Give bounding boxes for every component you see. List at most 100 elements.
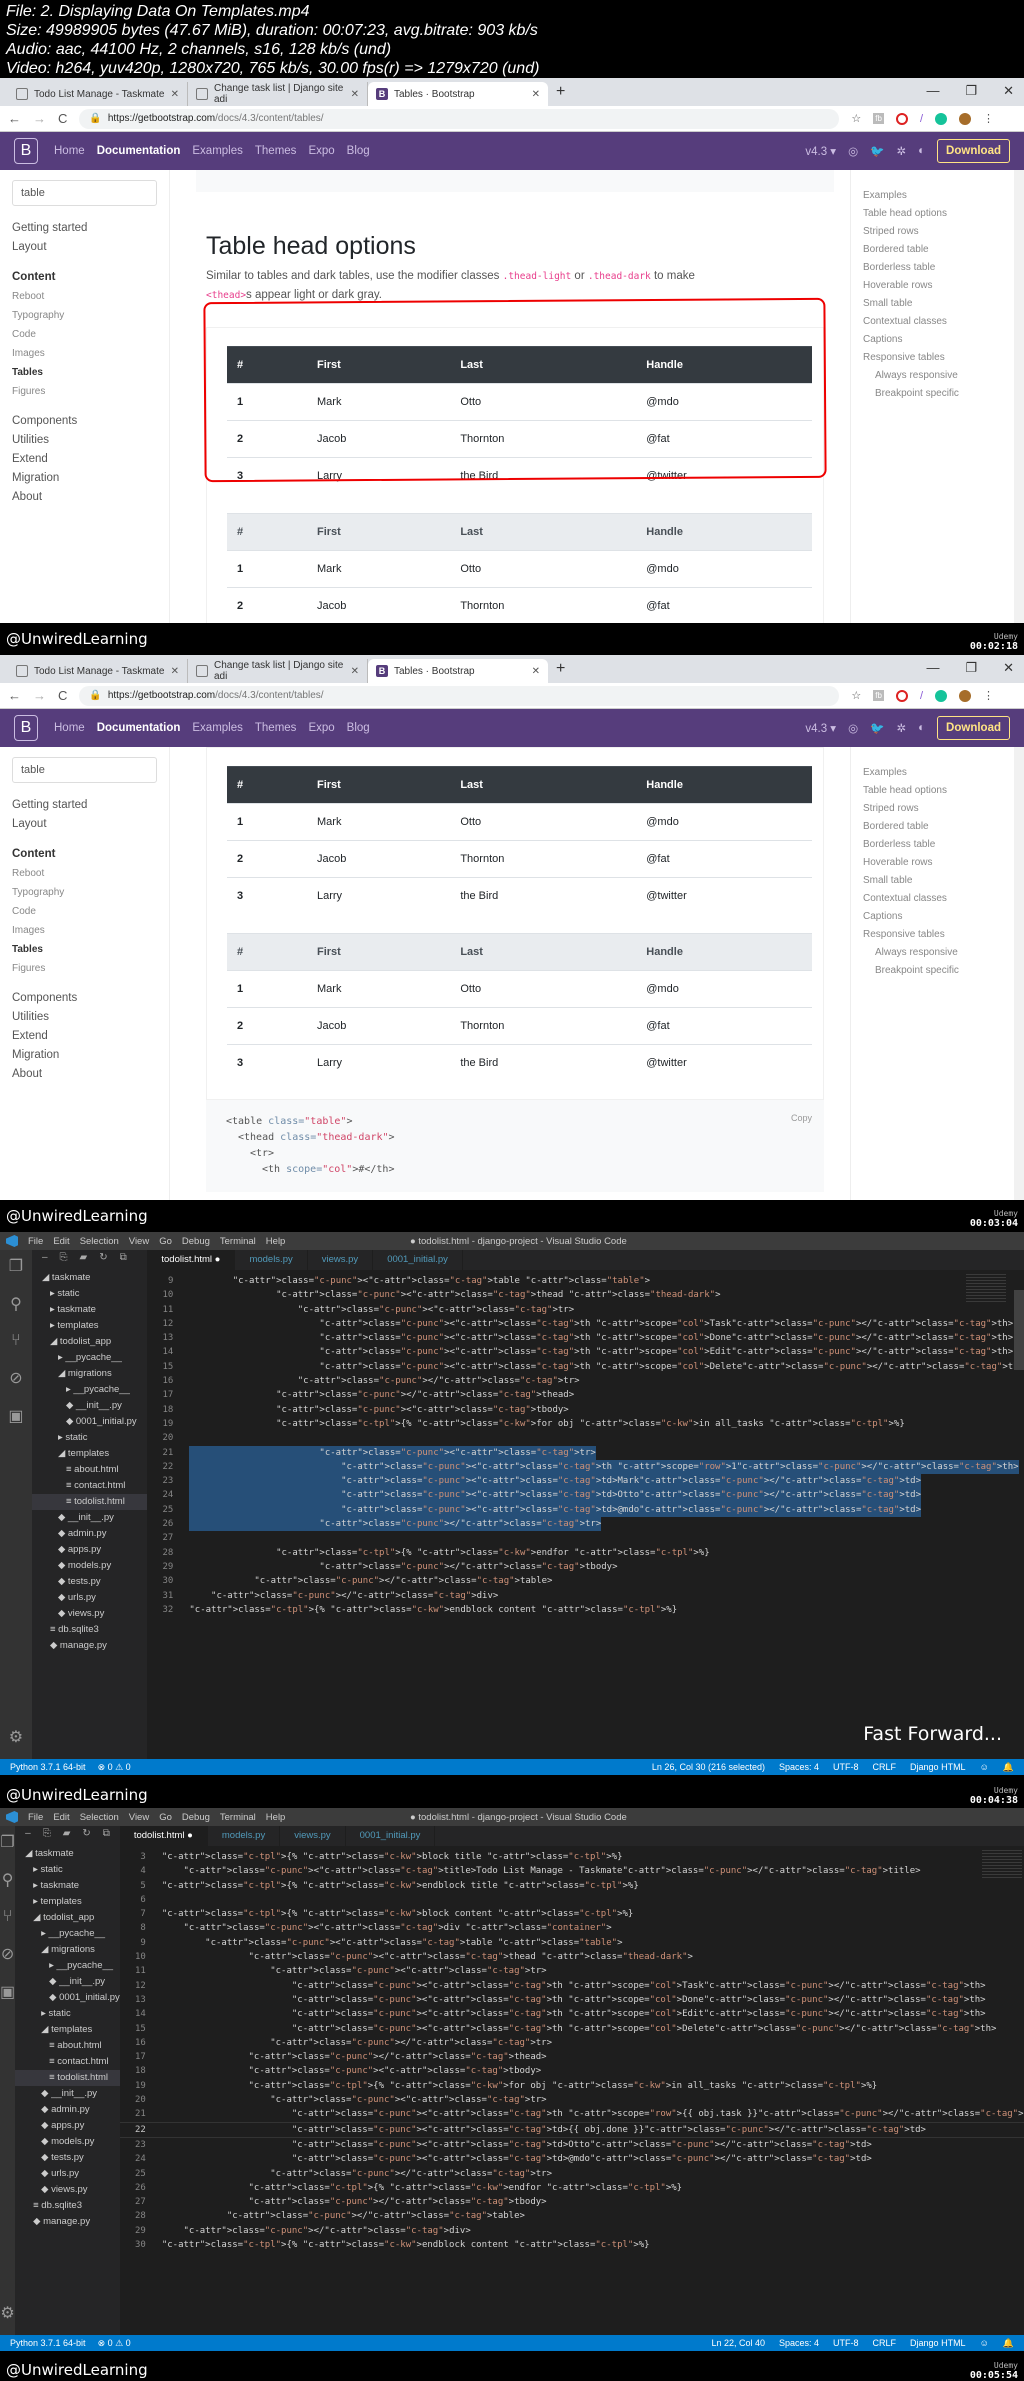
search-icon[interactable]: ⚲	[10, 1294, 22, 1314]
cursor-position[interactable]: Ln 26, Col 30 (216 selected)	[652, 1762, 765, 1773]
sidebar-images[interactable]: Images	[12, 348, 157, 359]
collapse-all-icon[interactable]: ⧉	[103, 1828, 110, 1839]
toc-sublink[interactable]: Breakpoint specific	[863, 965, 1000, 976]
extensions-icon[interactable]: ▣	[0, 1982, 15, 2002]
file-tree-item[interactable]: ◆ models.py	[15, 2134, 120, 2150]
file-tree-item[interactable]: ≡ about.html	[15, 2038, 120, 2054]
code-editor[interactable]: todolist.html ● models.py views.py 0001_…	[147, 1250, 1024, 1759]
opera-extension-icon[interactable]	[895, 689, 908, 702]
file-tree-item[interactable]: ◆ admin.py	[32, 1526, 147, 1542]
line-ending[interactable]: CRLF	[873, 2338, 897, 2349]
file-tree-item[interactable]: ▸ taskmate	[15, 1878, 120, 1894]
menu-debug[interactable]: Debug	[182, 1236, 210, 1247]
nav-blog[interactable]: Blog	[347, 722, 370, 734]
menu-debug[interactable]: Debug	[182, 1812, 210, 1823]
menu-selection[interactable]: Selection	[80, 1236, 119, 1247]
forward-icon[interactable]: →	[33, 688, 46, 703]
toc-link[interactable]: Table head options	[863, 785, 1000, 796]
fb-extension-icon[interactable]: fb	[873, 113, 884, 124]
explorer-icon[interactable]: ❐	[0, 1832, 14, 1852]
language-mode[interactable]: Django HTML	[910, 1762, 966, 1773]
search-icon[interactable]: ⚲	[2, 1870, 14, 1890]
file-tree-item[interactable]: ◢ templates	[15, 2022, 120, 2038]
version-dropdown[interactable]: v4.3 ▾	[805, 721, 836, 735]
encoding[interactable]: UTF-8	[833, 1762, 859, 1773]
sidebar-typography[interactable]: Typography	[12, 310, 157, 321]
file-tree-item[interactable]: ≡ db.sqlite3	[15, 2198, 120, 2214]
new-folder-icon[interactable]: ▰	[80, 1252, 88, 1263]
sidebar-figures[interactable]: Figures	[12, 963, 157, 974]
url-field[interactable]: 🔒 https://getbootstrap.com/docs/4.3/conte…	[79, 685, 840, 706]
opera-extension-icon[interactable]	[895, 112, 908, 125]
toc-link[interactable]: Hoverable rows	[863, 280, 1000, 291]
debug-icon[interactable]: ⊘	[9, 1368, 22, 1388]
file-tree-item[interactable]: ▸ taskmate	[32, 1302, 147, 1318]
sidebar-utilities[interactable]: Utilities	[12, 434, 157, 446]
code-editor[interactable]: todolist.html ● models.py views.py 0001_…	[119, 1826, 1024, 2335]
notifications-icon[interactable]: 🔔	[1003, 2338, 1014, 2349]
menu-file[interactable]: File	[28, 1812, 43, 1823]
new-file-icon[interactable]: ⎘	[43, 1828, 51, 1839]
download-button[interactable]: Download	[937, 139, 1010, 163]
file-tree-item[interactable]: ◆ tests.py	[15, 2150, 120, 2166]
sidebar-migration[interactable]: Migration	[12, 472, 157, 484]
version-dropdown[interactable]: v4.3 ▾	[805, 144, 836, 158]
source-control-icon[interactable]: ⑂	[3, 1908, 13, 1926]
browser-tab-django-admin[interactable]: Change task list | Django site adi ✕	[188, 659, 368, 683]
browser-tab-bootstrap[interactable]: B Tables · Bootstrap ✕	[368, 659, 548, 683]
back-icon[interactable]: ←	[8, 111, 21, 126]
sidebar-tables[interactable]: Tables	[12, 367, 157, 378]
new-file-icon[interactable]: ⎘	[60, 1252, 68, 1263]
file-tree-item[interactable]: ◆ apps.py	[15, 2118, 120, 2134]
menu-view[interactable]: View	[129, 1236, 149, 1247]
sidebar-layout[interactable]: Layout	[12, 818, 157, 830]
menu-selection[interactable]: Selection	[80, 1812, 119, 1823]
menu-edit[interactable]: Edit	[53, 1812, 69, 1823]
sidebar-getting-started[interactable]: Getting started	[12, 222, 157, 234]
file-tree-item[interactable]: ▸ static	[15, 1862, 120, 1878]
file-tree-item[interactable]: ◆ manage.py	[32, 1638, 147, 1654]
github-icon[interactable]: ◎	[848, 144, 858, 158]
file-tree-item[interactable]: ◢ taskmate	[32, 1270, 147, 1286]
language-mode[interactable]: Django HTML	[910, 2338, 966, 2349]
menu-terminal[interactable]: Terminal	[220, 1812, 256, 1823]
opencollective-icon[interactable]: ◐	[918, 145, 925, 157]
python-interpreter[interactable]: Python 3.7.1 64-bit	[10, 2338, 86, 2348]
close-tab-icon[interactable]: ✕	[351, 89, 359, 100]
minimap[interactable]	[966, 1274, 1006, 1304]
sidebar-content[interactable]: Content	[12, 848, 157, 860]
toc-link[interactable]: Small table	[863, 875, 1000, 886]
nav-documentation[interactable]: Documentation	[97, 145, 181, 157]
docs-search-input[interactable]: table	[12, 180, 157, 206]
file-tree-item[interactable]: ◆ __init__.py	[15, 2086, 120, 2102]
pen-extension-icon[interactable]: /	[920, 113, 923, 125]
bookmark-star-icon[interactable]: ☆	[851, 689, 861, 702]
menu-go[interactable]: Go	[159, 1812, 172, 1823]
sidebar-code[interactable]: Code	[12, 329, 157, 340]
sidebar-layout[interactable]: Layout	[12, 241, 157, 253]
sidebar-reboot[interactable]: Reboot	[12, 868, 157, 879]
file-tree-item[interactable]: ◆ __init__.py	[32, 1398, 147, 1414]
indentation[interactable]: Spaces: 4	[779, 1762, 819, 1773]
fb-extension-icon[interactable]: fb	[873, 690, 884, 701]
file-tree-item[interactable]: ◆ __init__.py	[15, 1974, 120, 1990]
nav-themes[interactable]: Themes	[255, 145, 297, 157]
sidebar-code[interactable]: Code	[12, 906, 157, 917]
menu-help[interactable]: Help	[266, 1236, 286, 1247]
refresh-icon[interactable]: ↻	[82, 1828, 90, 1839]
file-tree-item[interactable]: ▸ static	[15, 2006, 120, 2022]
file-tree-item[interactable]: ◆ 0001_initial.py	[32, 1414, 147, 1430]
editor-tab-models[interactable]: models.py	[235, 1250, 308, 1270]
file-tree-item[interactable]: ≡ todolist.html	[31, 1494, 148, 1510]
sidebar-about[interactable]: About	[12, 491, 157, 503]
file-tree-item[interactable]: ▸ templates	[15, 1894, 120, 1910]
copy-button[interactable]: Copy	[791, 1110, 812, 1126]
collapse-all-icon[interactable]: ⧉	[120, 1252, 127, 1263]
file-tree-item[interactable]: ◢ todolist_app	[32, 1334, 147, 1350]
nav-themes[interactable]: Themes	[255, 722, 297, 734]
editor-scrollbar[interactable]	[1014, 1290, 1024, 1370]
source-control-icon[interactable]: ⑂	[11, 1332, 21, 1350]
sidebar-typography[interactable]: Typography	[12, 887, 157, 898]
file-tree-item[interactable]: ◆ __init__.py	[32, 1510, 147, 1526]
file-tree-item[interactable]: ▸ static	[32, 1286, 147, 1302]
